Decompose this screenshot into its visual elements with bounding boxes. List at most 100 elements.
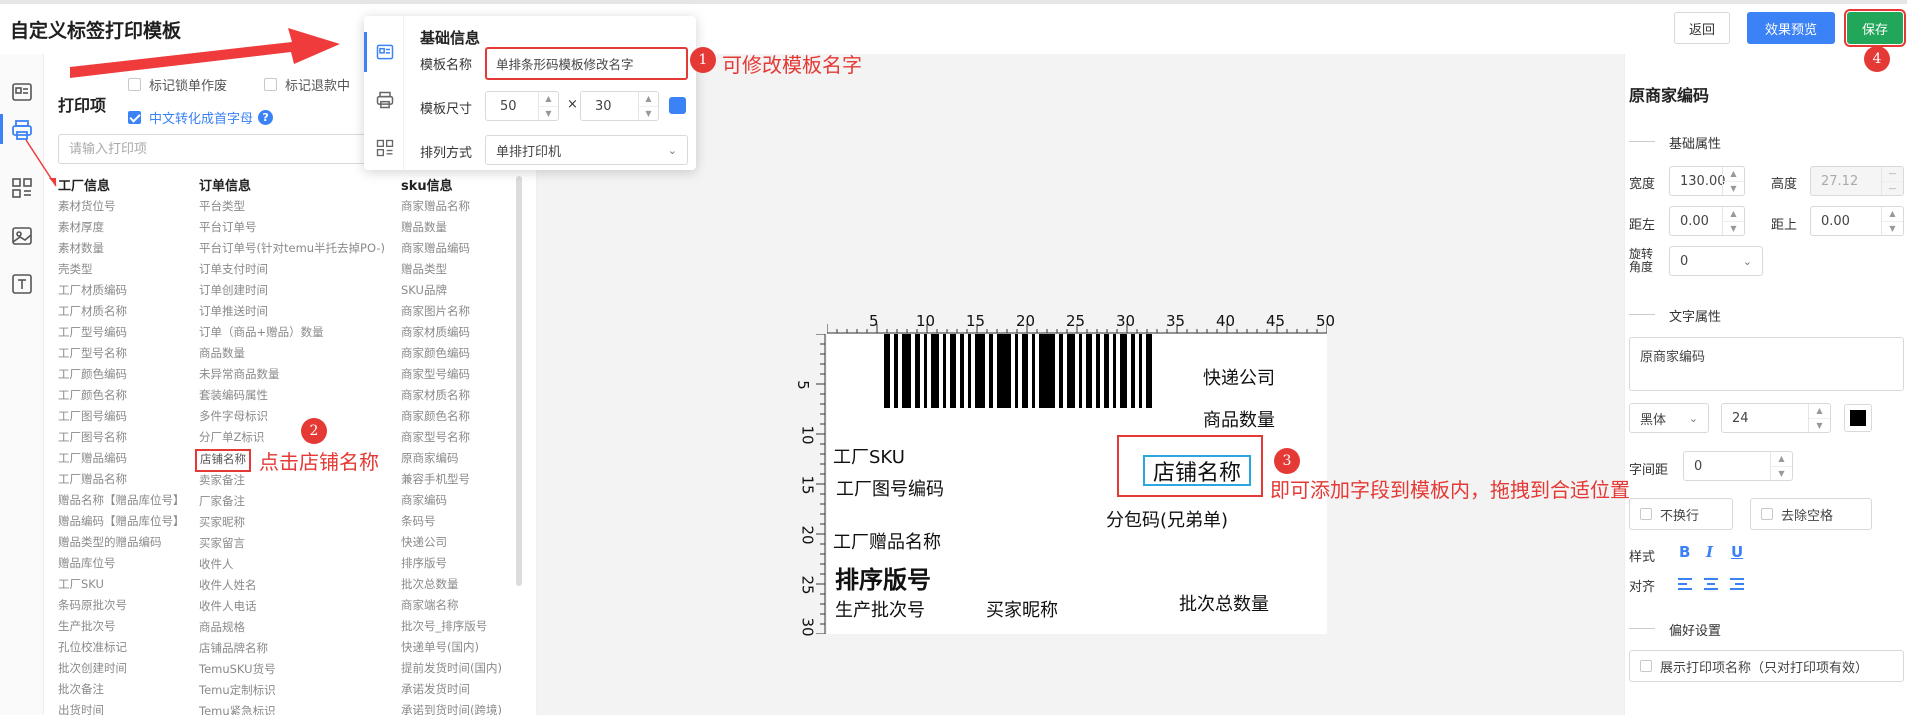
template-color-picker[interactable]: [669, 97, 686, 114]
list-item[interactable]: 批次号_排序版号: [401, 616, 502, 637]
stepper-icon[interactable]: ▲ ▼: [638, 92, 658, 120]
checkbox-box[interactable]: [1640, 660, 1652, 672]
template-name-input[interactable]: 单排条形码模板修改名字: [485, 47, 688, 80]
barcode-element[interactable]: [884, 334, 1156, 408]
image-icon[interactable]: [10, 224, 34, 248]
field-goods-qty[interactable]: 商品数量: [1203, 406, 1275, 432]
list-item[interactable]: 收件人电话: [199, 596, 385, 617]
list-item[interactable]: 赠品编码【赠品库位号】: [58, 511, 185, 532]
list-item[interactable]: 商家材质名称: [401, 385, 502, 406]
list-item[interactable]: 订单支付时间: [199, 259, 385, 280]
field-express-company[interactable]: 快递公司: [1203, 364, 1275, 390]
letter-spacing-input[interactable]: 0 ▲ ▼: [1683, 451, 1793, 481]
preview-button[interactable]: 效果预览: [1747, 12, 1835, 44]
align-left-icon[interactable]: [1677, 576, 1693, 592]
list-item[interactable]: 平台订单号: [199, 217, 385, 238]
list-item[interactable]: 快递单号(国内): [401, 637, 502, 658]
list-item[interactable]: 工厂颜色名称: [58, 385, 185, 406]
list-item[interactable]: 订单（商品+赠品）数量: [199, 322, 385, 343]
base-info-icon[interactable]: [10, 80, 34, 104]
list-item[interactable]: 工厂型号名称: [58, 343, 185, 364]
stepper-icon[interactable]: ▲ ▼: [1770, 452, 1792, 480]
text-icon[interactable]: [10, 272, 34, 296]
list-item[interactable]: 素材数量: [58, 238, 185, 259]
list-item[interactable]: 孔位校准标记: [58, 637, 185, 658]
no-wrap-checkbox[interactable]: 不换行: [1629, 498, 1733, 530]
list-item[interactable]: 工厂图号编码: [58, 406, 185, 427]
stepper-icon[interactable]: ▲ ▼: [1808, 404, 1830, 432]
list-item[interactable]: 赠品类型: [401, 259, 502, 280]
list-item[interactable]: 壳类型: [58, 259, 185, 280]
list-item[interactable]: 生产批次号: [58, 616, 185, 637]
list-item[interactable]: 商家赠品编码: [401, 238, 502, 259]
pinyin-initials-checkbox[interactable]: 中文转化成首字母?: [128, 108, 274, 127]
list-item[interactable]: 分厂单Z标识: [199, 427, 385, 448]
field-factory-sku[interactable]: 工厂SKU: [833, 443, 905, 469]
list-item[interactable]: Temu紧急标识: [199, 701, 385, 715]
list-item[interactable]: 条码号: [401, 511, 502, 532]
list-item[interactable]: 商家颜色编码: [401, 343, 502, 364]
list-item[interactable]: 赠品类型的赠品编码: [58, 532, 185, 553]
list-item[interactable]: 出货时间: [58, 700, 185, 715]
template-height-input[interactable]: 30 ▲ ▼: [580, 91, 659, 121]
field-factory-gift-name[interactable]: 工厂赠品名称: [833, 528, 941, 554]
list-item[interactable]: 平台类型: [199, 196, 385, 217]
font-size-input[interactable]: 24 ▲ ▼: [1721, 403, 1831, 433]
list-item[interactable]: 买家昵称: [199, 512, 385, 533]
list-item[interactable]: 快递公司: [401, 532, 502, 553]
stepper-icon[interactable]: ▲ ▼: [1722, 167, 1744, 195]
help-icon[interactable]: ?: [258, 110, 274, 125]
barcode-qr-icon[interactable]: [375, 138, 395, 158]
field-sub-package-code[interactable]: 分包码(兄弟单): [1106, 506, 1228, 532]
base-info-icon[interactable]: [375, 42, 395, 62]
field-buyer-nick[interactable]: 买家昵称: [986, 596, 1058, 622]
list-item[interactable]: 商家材质编码: [401, 322, 502, 343]
checkbox-box[interactable]: [1761, 508, 1773, 520]
list-item[interactable]: 赠品库位号: [58, 553, 185, 574]
list-item[interactable]: 商家编码: [401, 490, 502, 511]
trim-space-checkbox[interactable]: 去除空格: [1750, 498, 1872, 530]
back-button[interactable]: 返回: [1674, 12, 1730, 44]
store-name-item[interactable]: 店铺名称: [195, 449, 251, 472]
list-item[interactable]: 承诺到货时间(跨境): [401, 700, 502, 715]
mark-refunding-checkbox[interactable]: 标记退款中: [264, 75, 350, 94]
list-item[interactable]: TemuSKU货号: [199, 659, 385, 680]
font-family-select[interactable]: 黑体 ⌄: [1629, 403, 1709, 433]
list-item[interactable]: 套装编码属性: [199, 385, 385, 406]
checkbox-box[interactable]: [1640, 508, 1652, 520]
width-input[interactable]: 130.00 ▲ ▼: [1669, 166, 1745, 196]
bold-icon[interactable]: B: [1679, 543, 1690, 561]
list-item[interactable]: 排序版号: [401, 553, 502, 574]
list-item[interactable]: 商家赠品名称: [401, 196, 502, 217]
show-item-name-checkbox[interactable]: 展示打印项名称（只对打印项有效）: [1629, 650, 1904, 682]
field-store-name[interactable]: 店铺名称: [1143, 455, 1251, 486]
list-item[interactable]: 条码原批次号: [58, 595, 185, 616]
font-color-picker[interactable]: [1844, 404, 1872, 432]
list-item[interactable]: 商品数量: [199, 343, 385, 364]
list-item[interactable]: 厂家备注: [199, 491, 385, 512]
list-item[interactable]: 多件字母标识: [199, 406, 385, 427]
list-item[interactable]: 收件人: [199, 554, 385, 575]
list-item[interactable]: 工厂SKU: [58, 574, 185, 595]
list-item[interactable]: 兼容手机型号: [401, 469, 502, 490]
stepper-icon[interactable]: ▲ ▼: [1722, 207, 1744, 235]
list-item[interactable]: 工厂图号名称: [58, 427, 185, 448]
list-item[interactable]: 商家颜色名称: [401, 406, 502, 427]
rotate-select[interactable]: 0 ⌄: [1669, 246, 1763, 276]
left-offset-input[interactable]: 0.00 ▲ ▼: [1669, 206, 1745, 236]
text-content-input[interactable]: 原商家编码: [1629, 337, 1904, 391]
save-button[interactable]: 保存: [1844, 9, 1906, 47]
list-item[interactable]: 订单创建时间: [199, 280, 385, 301]
mark-lock-void-checkbox[interactable]: 标记锁单作废: [128, 75, 227, 94]
stepper-icon[interactable]: ▲ ▼: [1881, 207, 1903, 235]
list-item[interactable]: 平台订单号(针对temu半托去掉PO-): [199, 238, 385, 259]
field-batch-total-qty[interactable]: 批次总数量: [1179, 590, 1269, 616]
checkbox-box[interactable]: [264, 78, 277, 91]
list-item[interactable]: 提前发货时间(国内): [401, 658, 502, 679]
printer-icon[interactable]: [375, 90, 395, 110]
checkbox-box[interactable]: [128, 111, 141, 124]
list-item[interactable]: 商品规格: [199, 617, 385, 638]
list-item[interactable]: 批次备注: [58, 679, 185, 700]
list-item[interactable]: 原商家编码: [401, 448, 502, 469]
align-center-icon[interactable]: [1703, 576, 1719, 592]
